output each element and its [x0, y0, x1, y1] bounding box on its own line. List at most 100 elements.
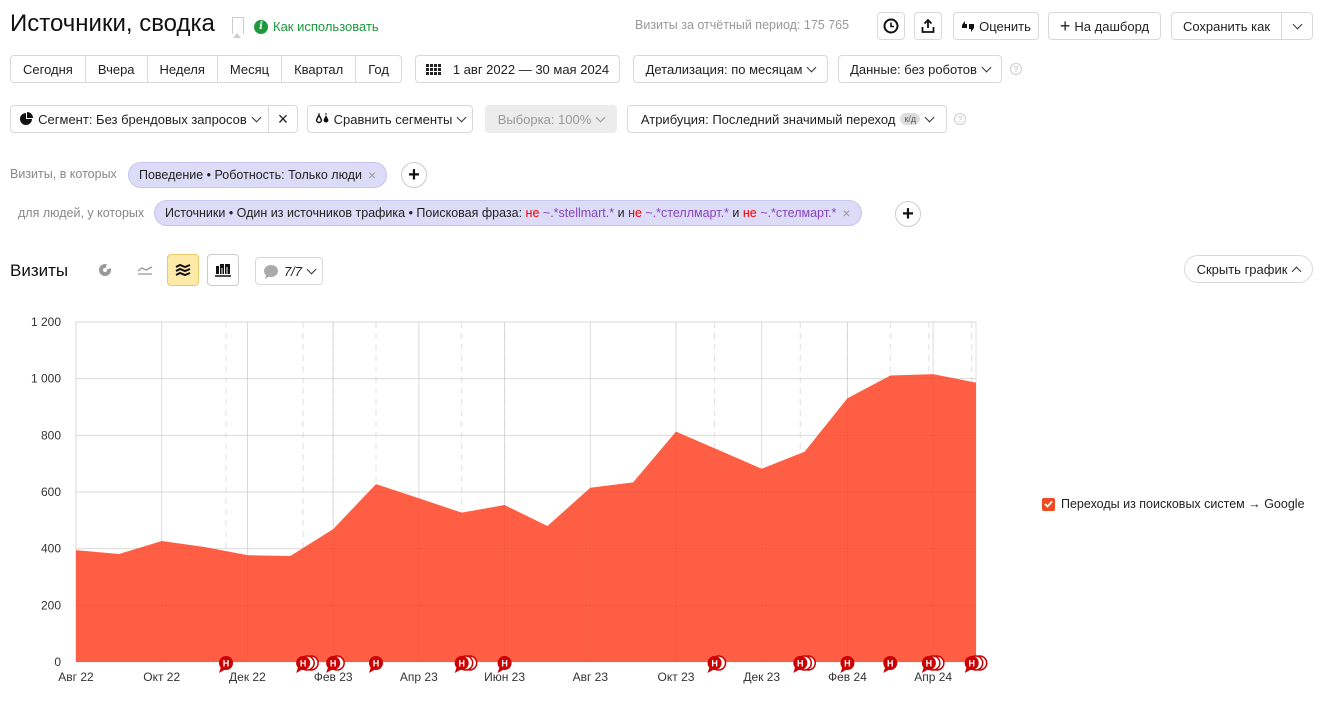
filter-value: ~.*стеллмарт.* [645, 206, 729, 220]
y-tick-label: 1 000 [31, 372, 61, 386]
annotation-label: Н [887, 659, 894, 669]
visits-filter-chip[interactable]: Поведение • Роботность: Только люди × [128, 162, 388, 188]
period-quarter[interactable]: Квартал [282, 56, 357, 82]
add-visits-filter-button[interactable]: + [401, 162, 427, 188]
how-to-use-label: Как использовать [273, 19, 379, 34]
legend-item[interactable]: Переходы из поисковых систем → Google [1042, 497, 1305, 511]
help-icon[interactable]: ? [954, 113, 966, 125]
x-tick-label: Июн 23 [484, 670, 525, 684]
negation-text: не [628, 206, 642, 220]
annotation-marker[interactable]: Н [707, 655, 727, 673]
clock-icon [883, 18, 899, 34]
chevron-down-icon [1292, 19, 1302, 29]
help-icon[interactable]: ? [1010, 63, 1022, 75]
annotation-marker[interactable]: Н [793, 655, 817, 673]
annotation-label: Н [844, 659, 851, 669]
period-week[interactable]: Неделя [148, 56, 218, 82]
line-chart-icon [137, 266, 153, 275]
segment-dropdown[interactable]: Сегмент: Без брендовых запросов [10, 105, 269, 133]
feedback-icon [962, 21, 975, 32]
area-chart-icon [175, 263, 191, 277]
detail-dropdown[interactable]: Детализация: по месяцам [633, 55, 828, 83]
negation-text: не [525, 206, 540, 220]
annotations-dropdown[interactable]: 7/7 [255, 257, 323, 285]
period-month[interactable]: Месяц [218, 56, 283, 82]
chevron-down-icon [595, 112, 606, 122]
visits-filter-text: Поведение • Роботность: Только люди [139, 168, 362, 182]
sample-dropdown[interactable]: Выборка: 100% [485, 105, 617, 133]
hide-chart-label: Скрыть график [1196, 261, 1288, 277]
annotation-marker[interactable]: Н [369, 656, 383, 673]
x-tick-label: Окт 23 [658, 670, 695, 684]
x-tick-label: Апр 23 [400, 670, 438, 684]
hide-chart-button[interactable]: Скрыть график [1184, 255, 1313, 283]
export-button[interactable] [914, 12, 942, 40]
join-text: и [617, 206, 625, 220]
info-icon: i [254, 19, 268, 34]
filter-value: ~.*стелмарт.* [760, 206, 837, 220]
page-title: Источники, сводка [10, 10, 215, 37]
chart-type-pie[interactable] [89, 254, 121, 286]
people-filter-chip[interactable]: Источники • Один из источников трафика •… [154, 200, 862, 226]
history-button[interactable] [877, 12, 905, 40]
comment-icon [263, 264, 278, 279]
bar-chart-icon [215, 264, 231, 277]
period-year[interactable]: Год [356, 56, 401, 82]
save-as-dropdown[interactable] [1281, 12, 1313, 40]
x-tick-label: Дек 23 [743, 670, 780, 684]
annotation-label: Н [797, 659, 804, 669]
annotation-marker[interactable]: Н [964, 655, 988, 673]
annotation-label: Н [330, 659, 337, 669]
visits-total: Визиты за отчётный период: 175 765 [635, 18, 850, 32]
chevron-up-icon [1291, 266, 1302, 276]
rate-label: Оценить [979, 18, 1031, 34]
upload-icon [921, 18, 935, 33]
period-today[interactable]: Сегодня [11, 56, 86, 82]
annotation-marker[interactable]: Н [454, 655, 478, 673]
chart-type-bar[interactable] [207, 254, 239, 286]
remove-filter-icon[interactable]: × [368, 167, 376, 183]
dashboard-label: На дашборд [1074, 18, 1150, 34]
attribution-badge: к/д [900, 113, 921, 125]
add-people-filter-button[interactable]: + [895, 201, 921, 227]
calendar-icon [425, 63, 441, 75]
date-range-picker[interactable]: 1 авг 2022 — 30 мая 2024 [415, 55, 620, 83]
annotation-marker[interactable]: Н [883, 656, 898, 673]
attribution-dropdown[interactable]: Атрибуция: Последний значимый переход к/… [627, 105, 947, 133]
y-tick-label: 400 [41, 542, 61, 556]
chevron-down-icon [251, 112, 262, 122]
chevron-down-icon [924, 112, 935, 122]
chart-type-area[interactable] [167, 254, 199, 286]
filter-value: ~.*stellmart.* [542, 206, 615, 220]
annotation-label: Н [968, 659, 975, 669]
annotation-label: Н [711, 659, 718, 669]
add-to-dashboard-button[interactable]: + На дашборд [1048, 12, 1161, 40]
rate-button[interactable]: Оценить [953, 12, 1039, 40]
x-tick-label: Авг 23 [573, 670, 609, 684]
chart-type-line[interactable] [129, 254, 161, 286]
annotation-label: Н [458, 659, 465, 669]
chevron-down-icon [806, 62, 817, 72]
annotation-label: Н [373, 659, 380, 669]
segment-clear-button[interactable]: × [268, 105, 298, 133]
checkbox-checked-icon[interactable] [1042, 497, 1055, 511]
people-filter-prefix-text: Источники • Один из источников трафика •… [165, 206, 526, 220]
how-to-use-link[interactable]: i Как использовать [254, 19, 379, 34]
y-tick-label: 800 [41, 428, 61, 442]
compare-label: Сравнить сегменты [333, 111, 453, 127]
annotation-label: Н [501, 659, 508, 669]
data-dropdown[interactable]: Данные: без роботов [838, 55, 1002, 83]
visits-chart: 0 200 400 600 800 1 000 1 200 Авг 22 Окт 22 Дек … [31, 315, 988, 684]
save-as-button[interactable]: Сохранить как [1171, 12, 1282, 40]
visits-filter-prefix: Визиты, в которых [10, 167, 117, 181]
negation-text: не [742, 206, 757, 220]
x-tick-label: Фев 24 [828, 670, 867, 684]
bookmark-icon[interactable] [232, 17, 244, 38]
period-yesterday[interactable]: Вчера [86, 56, 148, 82]
x-tick-label: Фев 23 [314, 670, 353, 684]
remove-filter-icon[interactable]: × [842, 205, 850, 221]
x-tick-label: Дек 22 [229, 670, 266, 684]
detail-label: Детализация: по месяцам [645, 61, 803, 77]
join-text: и [732, 206, 740, 220]
compare-segments-button[interactable]: Сравнить сегменты [307, 105, 473, 133]
